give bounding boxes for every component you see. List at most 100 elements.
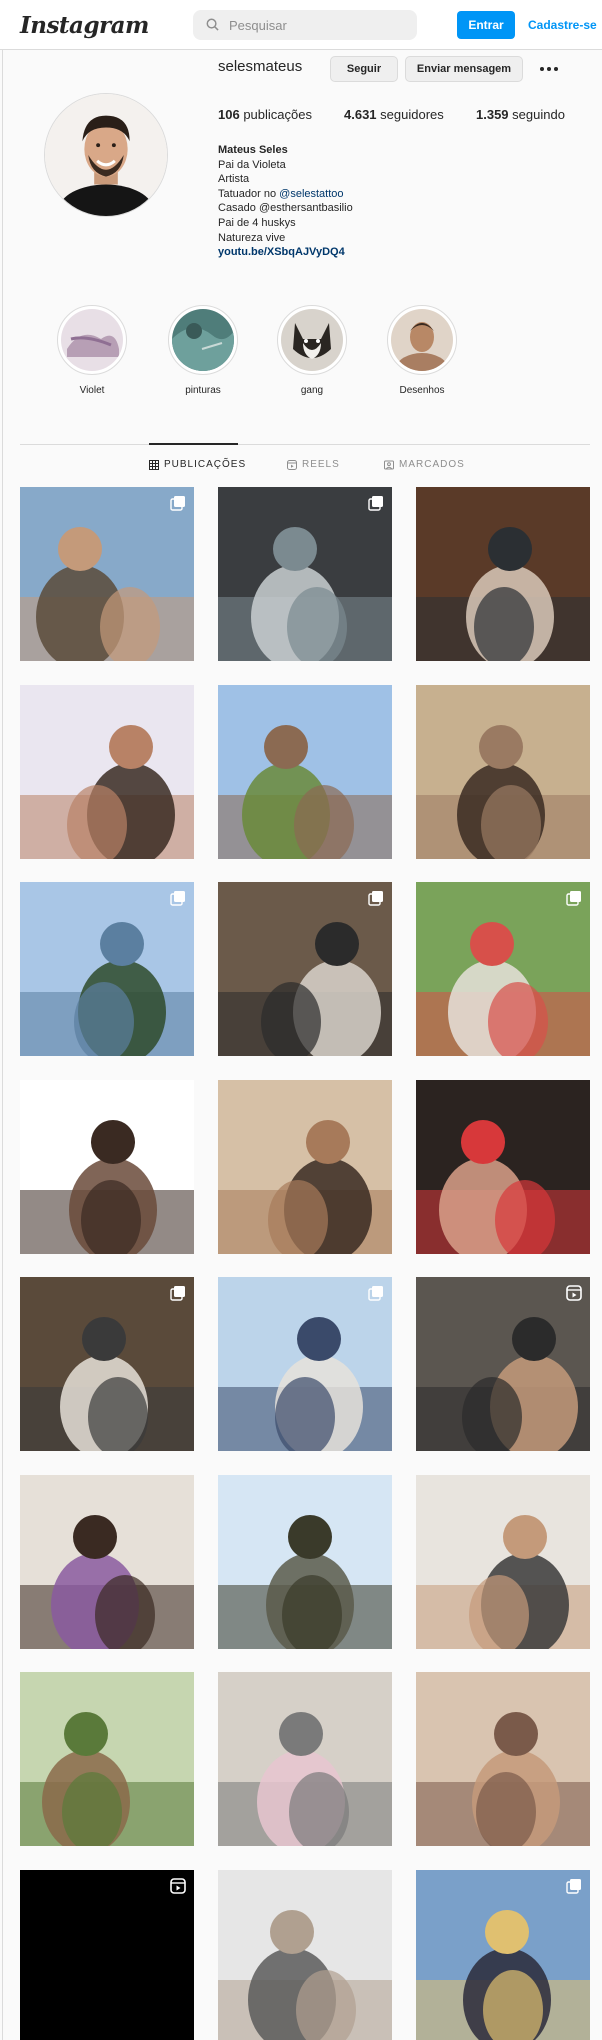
post-thumbnail[interactable] bbox=[218, 1672, 392, 1846]
bio-line: Pai da Violeta bbox=[218, 158, 286, 171]
story-highlight[interactable]: Desenhos bbox=[384, 305, 460, 396]
bio-line: Casado @esthersantbasilio bbox=[218, 202, 353, 215]
post-thumbnail[interactable] bbox=[20, 685, 194, 859]
post-thumbnail[interactable] bbox=[218, 685, 392, 859]
post-photo bbox=[416, 685, 590, 859]
highlight-cover bbox=[172, 309, 234, 371]
post-photo bbox=[218, 1277, 392, 1451]
post-thumbnail[interactable] bbox=[218, 882, 392, 1056]
highlight-cover bbox=[391, 309, 453, 371]
post-thumbnail[interactable] bbox=[218, 487, 392, 661]
carousel-icon bbox=[170, 496, 185, 511]
post-thumbnail[interactable] bbox=[416, 685, 590, 859]
post-thumbnail[interactable] bbox=[218, 1277, 392, 1451]
highlight-label: gang bbox=[300, 385, 324, 396]
highlight-ring bbox=[57, 305, 127, 375]
post-photo bbox=[20, 1870, 194, 2040]
posts-count-label: publicações bbox=[243, 107, 312, 122]
post-photo bbox=[20, 1475, 194, 1649]
grid-icon bbox=[149, 459, 159, 470]
instagram-logo[interactable]: Instagram bbox=[20, 12, 149, 39]
post-photo bbox=[416, 1277, 590, 1451]
followers-count-label: seguidores bbox=[380, 107, 444, 122]
post-thumbnail[interactable] bbox=[218, 1870, 392, 2040]
post-thumbnail[interactable] bbox=[20, 1080, 194, 1254]
post-thumbnail[interactable] bbox=[218, 1475, 392, 1649]
post-photo bbox=[218, 1080, 392, 1254]
carousel-icon bbox=[170, 891, 185, 906]
carousel-icon bbox=[368, 1286, 383, 1301]
post-photo bbox=[218, 487, 392, 661]
tab-tagged[interactable]: MARCADOS bbox=[384, 459, 465, 470]
highlight-label: pinturas bbox=[185, 385, 221, 396]
post-thumbnail[interactable] bbox=[218, 1080, 392, 1254]
post-thumbnail[interactable] bbox=[416, 1080, 590, 1254]
post-thumbnail[interactable] bbox=[20, 882, 194, 1056]
posts-count-value: 106 bbox=[218, 107, 240, 122]
highlight-ring bbox=[387, 305, 457, 375]
post-photo bbox=[416, 882, 590, 1056]
post-thumbnail[interactable] bbox=[20, 487, 194, 661]
post-thumbnail[interactable] bbox=[416, 1870, 590, 2040]
post-photo bbox=[218, 1870, 392, 2040]
post-photo bbox=[416, 1672, 590, 1846]
post-thumbnail[interactable] bbox=[416, 882, 590, 1056]
search-box[interactable] bbox=[193, 10, 417, 40]
tab-tagged-label: MARCADOS bbox=[399, 459, 465, 470]
post-photo bbox=[416, 487, 590, 661]
send-message-button[interactable]: Enviar mensagem bbox=[405, 56, 523, 82]
post-photo bbox=[416, 1870, 590, 2040]
profile-username: selesmateus bbox=[218, 58, 303, 75]
highlight-label: Violet bbox=[79, 385, 105, 396]
tab-posts[interactable]: PUBLICAÇÕES bbox=[149, 459, 246, 470]
follow-button[interactable]: Seguir bbox=[330, 56, 398, 82]
post-thumbnail[interactable] bbox=[20, 1475, 194, 1649]
post-thumbnail[interactable] bbox=[20, 1277, 194, 1451]
post-photo bbox=[20, 685, 194, 859]
reels-icon bbox=[566, 1285, 582, 1301]
story-highlight[interactable]: pinturas bbox=[165, 305, 241, 396]
tab-reels-label: REELS bbox=[302, 459, 340, 470]
post-thumbnail[interactable] bbox=[20, 1870, 194, 2040]
more-options-icon[interactable] bbox=[538, 60, 560, 78]
post-photo bbox=[20, 487, 194, 661]
post-thumbnail[interactable] bbox=[416, 1277, 590, 1451]
post-photo bbox=[218, 685, 392, 859]
post-photo bbox=[416, 1080, 590, 1254]
post-thumbnail[interactable] bbox=[20, 1672, 194, 1846]
post-thumbnail[interactable] bbox=[416, 1672, 590, 1846]
post-photo bbox=[218, 1475, 392, 1649]
bio-line-prefix: Tatuador no bbox=[218, 187, 280, 200]
post-photo bbox=[20, 1277, 194, 1451]
carousel-icon bbox=[368, 891, 383, 906]
profile-avatar[interactable] bbox=[44, 93, 168, 217]
following-count-value: 1.359 bbox=[476, 107, 509, 122]
top-navigation-bar: Instagram Entrar Cadastre-se bbox=[0, 0, 602, 50]
carousel-icon bbox=[170, 1286, 185, 1301]
story-highlight[interactable]: Violet bbox=[54, 305, 130, 396]
login-button[interactable]: Entrar bbox=[457, 11, 515, 39]
bio-line: Tatuador no @selestattoo bbox=[218, 187, 353, 202]
highlight-cover bbox=[61, 309, 123, 371]
signup-link[interactable]: Cadastre-se bbox=[528, 11, 597, 39]
tab-reels[interactable]: REELS bbox=[287, 459, 340, 470]
post-thumbnail[interactable] bbox=[416, 1475, 590, 1649]
post-photo bbox=[20, 882, 194, 1056]
post-thumbnail[interactable] bbox=[416, 487, 590, 661]
active-tab-indicator bbox=[149, 443, 238, 445]
search-input[interactable] bbox=[229, 10, 409, 40]
tabs-divider bbox=[20, 444, 590, 445]
followers-count[interactable]: 4.631 seguidores bbox=[344, 107, 444, 122]
highlight-label: Desenhos bbox=[399, 385, 445, 396]
tagged-icon bbox=[384, 460, 394, 469]
bio-website-link[interactable]: youtu.be/XSbqAJVyDQ4 bbox=[218, 245, 353, 260]
reels-icon bbox=[170, 1878, 186, 1894]
page-border bbox=[2, 50, 3, 2040]
reels-icon bbox=[287, 459, 297, 470]
post-photo bbox=[218, 882, 392, 1056]
story-highlight[interactable]: gang bbox=[274, 305, 350, 396]
post-photo bbox=[20, 1672, 194, 1846]
bio-mention-link[interactable]: @selestattoo bbox=[279, 188, 343, 200]
highlight-ring bbox=[277, 305, 347, 375]
following-count[interactable]: 1.359 seguindo bbox=[476, 107, 565, 122]
